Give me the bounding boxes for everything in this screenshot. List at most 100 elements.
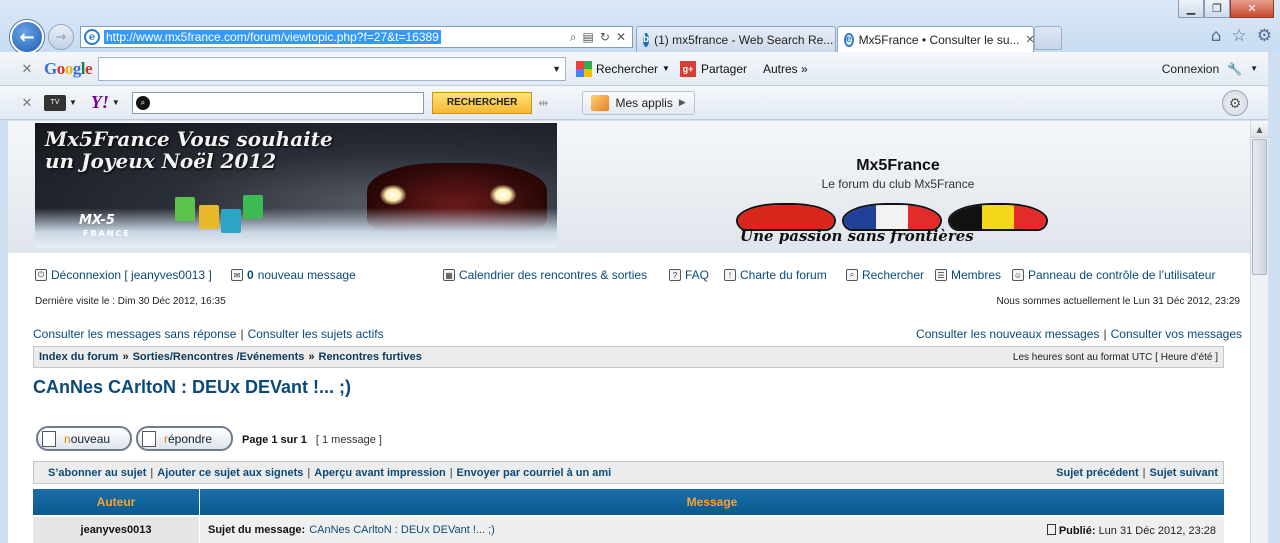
resize-handle-icon[interactable]: ⇹ <box>538 96 548 110</box>
post-subject-link[interactable]: CAnNes CArltoN : DEUx DEVant !... ;) <box>309 524 495 536</box>
back-button[interactable]: ← <box>10 20 44 54</box>
breadcrumb-item-sorties[interactable]: Sorties/Rencontres /Evénements <box>133 351 305 363</box>
more-button[interactable]: Autres » <box>763 62 808 76</box>
apps-button[interactable]: Mes applis ▶ <box>582 90 695 115</box>
breadcrumb-item-index[interactable]: Index du forum <box>39 351 118 363</box>
subject-label: Sujet du message: <box>208 524 306 536</box>
close-tab-icon[interactable]: ✕ <box>1026 33 1034 46</box>
google-search-input[interactable]: ▼ <box>98 56 567 81</box>
favorites-star-icon[interactable]: ☆ <box>1232 26 1247 46</box>
gift-icon <box>243 195 263 219</box>
inbox-icon: ✉ <box>231 269 243 281</box>
members-link[interactable]: ☰ Membres <box>935 268 1001 282</box>
search-icon[interactable]: ⌕ <box>570 30 577 45</box>
address-url[interactable]: http://www.mx5france.com/forum/viewtopic… <box>104 30 441 44</box>
page-scrollbar[interactable]: ▲ <box>1250 121 1268 543</box>
previous-topic-link[interactable]: Sujet précédent <box>1056 467 1139 479</box>
compat-view-icon[interactable]: ▤ <box>583 30 594 45</box>
site-subtitle: Le forum du club Mx5France <box>821 177 975 191</box>
post-date: Lun 31 Déc 2012, 23:28 <box>1098 524 1216 537</box>
window-controls: ▁ ❐ ✕ <box>1178 0 1274 18</box>
unanswered-link[interactable]: Consulter les messages sans réponse <box>33 327 236 341</box>
ucp-link[interactable]: ☺ Panneau de contrôle de l’utilisateur <box>1012 268 1215 282</box>
connexion-link[interactable]: Connexion <box>1162 62 1219 76</box>
search-icon: ⌕ <box>846 269 858 281</box>
current-time: Nous sommes actuellement le Lun 31 Déc 2… <box>996 296 1240 307</box>
address-bar[interactable]: e http://www.mx5france.com/forum/viewtop… <box>80 26 633 48</box>
email-link[interactable]: Envoyer par courriel à un ami <box>457 467 612 479</box>
separator: | <box>1103 327 1107 341</box>
chevron-down-icon[interactable]: ▼ <box>1250 64 1258 73</box>
tv-icon[interactable]: TV <box>44 94 66 111</box>
chevron-down-icon[interactable]: ▼ <box>112 98 120 107</box>
post-doc-icon[interactable] <box>1046 523 1056 535</box>
new-button-first-letter: n <box>64 431 71 446</box>
forward-button[interactable]: → <box>48 24 74 50</box>
close-toolbar-icon[interactable]: ✕ <box>16 61 38 77</box>
calendar-link[interactable]: ▦ Calendrier des rencontres & sorties <box>443 268 647 282</box>
separator: | <box>150 466 154 479</box>
next-topic-link[interactable]: Sujet suivant <box>1150 467 1218 479</box>
breadcrumb-item-rencontres[interactable]: Rencontres furtives <box>319 351 422 363</box>
ucp-label: Panneau de contrôle de l’utilisateur <box>1028 268 1216 282</box>
site-title: Mx5France <box>856 157 940 174</box>
yahoo-search-button[interactable]: RECHERCHER <box>431 91 533 114</box>
google-search-button[interactable]: Rechercher ▼ <box>576 60 670 77</box>
tools-gear-icon[interactable]: ⚙ <box>1257 26 1272 46</box>
gift-icon <box>175 197 195 221</box>
your-posts-link[interactable]: Consulter vos messages <box>1111 327 1242 341</box>
bookmark-link[interactable]: Ajouter ce sujet aux signets <box>157 467 303 479</box>
active-topics-link[interactable]: Consulter les sujets actifs <box>248 327 384 341</box>
page-viewport: Mx5France Vous souhaite un Joyeux Noël 2… <box>8 121 1268 543</box>
print-link[interactable]: Aperçu avant impression <box>314 467 445 479</box>
restore-icon[interactable]: ❐ <box>1204 0 1230 18</box>
last-visit: Dernière visite le : Dim 30 Déc 2012, 16… <box>35 296 226 307</box>
post-author[interactable]: jeanyves0013 <box>33 517 200 543</box>
faq-link[interactable]: ? FAQ <box>669 268 709 282</box>
banner-line-1: Mx5France Vous souhaite <box>45 127 333 151</box>
scroll-thumb[interactable] <box>1252 139 1267 275</box>
new-posts-link[interactable]: Consulter les nouveaux messages <box>916 327 1099 341</box>
toolbar-settings-gear-icon[interactable]: ⚙ <box>1222 90 1248 116</box>
christmas-banner[interactable]: Mx5France Vous souhaite un Joyeux Noël 2… <box>35 123 557 248</box>
chevron-down-icon[interactable]: ▼ <box>552 64 561 74</box>
forum-header: Mx5France Vous souhaite un Joyeux Noël 2… <box>8 121 1250 253</box>
document-icon <box>142 430 156 447</box>
close-toolbar-icon[interactable]: ✕ <box>16 95 38 111</box>
chevron-down-icon[interactable]: ▼ <box>69 98 77 107</box>
new-topic-button[interactable]: n ouveau <box>36 426 132 451</box>
post-date-line: Publié: Lun 31 Déc 2012, 23:28 <box>1046 523 1216 537</box>
topic-actions: S’abonner au sujet | Ajouter ce sujet aux … <box>33 461 1224 484</box>
wrench-icon[interactable]: 🔧 <box>1227 62 1242 76</box>
subscribe-link[interactable]: S’abonner au sujet <box>48 467 146 479</box>
new-messages-link[interactable]: ✉ 0 nouveau message <box>231 268 356 282</box>
new-button-label: ouveau <box>70 431 111 446</box>
yahoo-search-input[interactable]: ⌕ <box>131 91 424 114</box>
search-link[interactable]: ⌕ Rechercher <box>846 268 924 282</box>
bing-icon: b <box>643 32 650 47</box>
breadcrumb: Index du forum» Sorties/Rencontres /Evéne… <box>33 346 1224 368</box>
new-tab-button[interactable] <box>1034 26 1062 50</box>
logout-link[interactable]: ⏻ Déconnexion [ jeanyves0013 ] <box>35 268 212 282</box>
browser-titlebar: ▁ ❐ ✕ ← → e http://www.mx5france.com/for… <box>0 0 1280 54</box>
chevron-right-icon[interactable]: ▶ <box>679 97 686 108</box>
tab-mx5france[interactable]: e Mx5France • Consulter le su... ✕ <box>837 26 1034 52</box>
minimize-icon[interactable]: ▁ <box>1178 0 1204 18</box>
scroll-up-icon[interactable]: ▲ <box>1251 121 1268 138</box>
topic-title[interactable]: CAnNes CArltoN : DEUx DEVant !... ;) <box>33 377 351 398</box>
topic-nav: Sujet précédent | Sujet suivant <box>1056 467 1218 479</box>
stop-icon[interactable]: ✕ <box>616 30 626 45</box>
google-plus-icon: g+ <box>679 60 696 77</box>
home-icon[interactable]: ⌂ <box>1211 26 1222 46</box>
close-window-icon[interactable]: ✕ <box>1230 0 1274 18</box>
new-message-label: nouveau message <box>257 268 356 282</box>
yahoo-logo[interactable]: Y! <box>91 92 109 113</box>
refresh-icon[interactable]: ↻ <box>600 30 610 45</box>
separator: | <box>1142 466 1146 479</box>
reply-button[interactable]: r épondre <box>136 426 233 451</box>
google-share-button[interactable]: g+ Partager <box>679 60 747 77</box>
column-header-message: Message <box>686 495 738 509</box>
chevron-down-icon[interactable]: ▼ <box>662 64 670 73</box>
tab-bing[interactable]: b (1) mx5france - Web Search Re... <box>636 26 836 52</box>
charter-link[interactable]: ! Charte du forum <box>724 268 827 282</box>
